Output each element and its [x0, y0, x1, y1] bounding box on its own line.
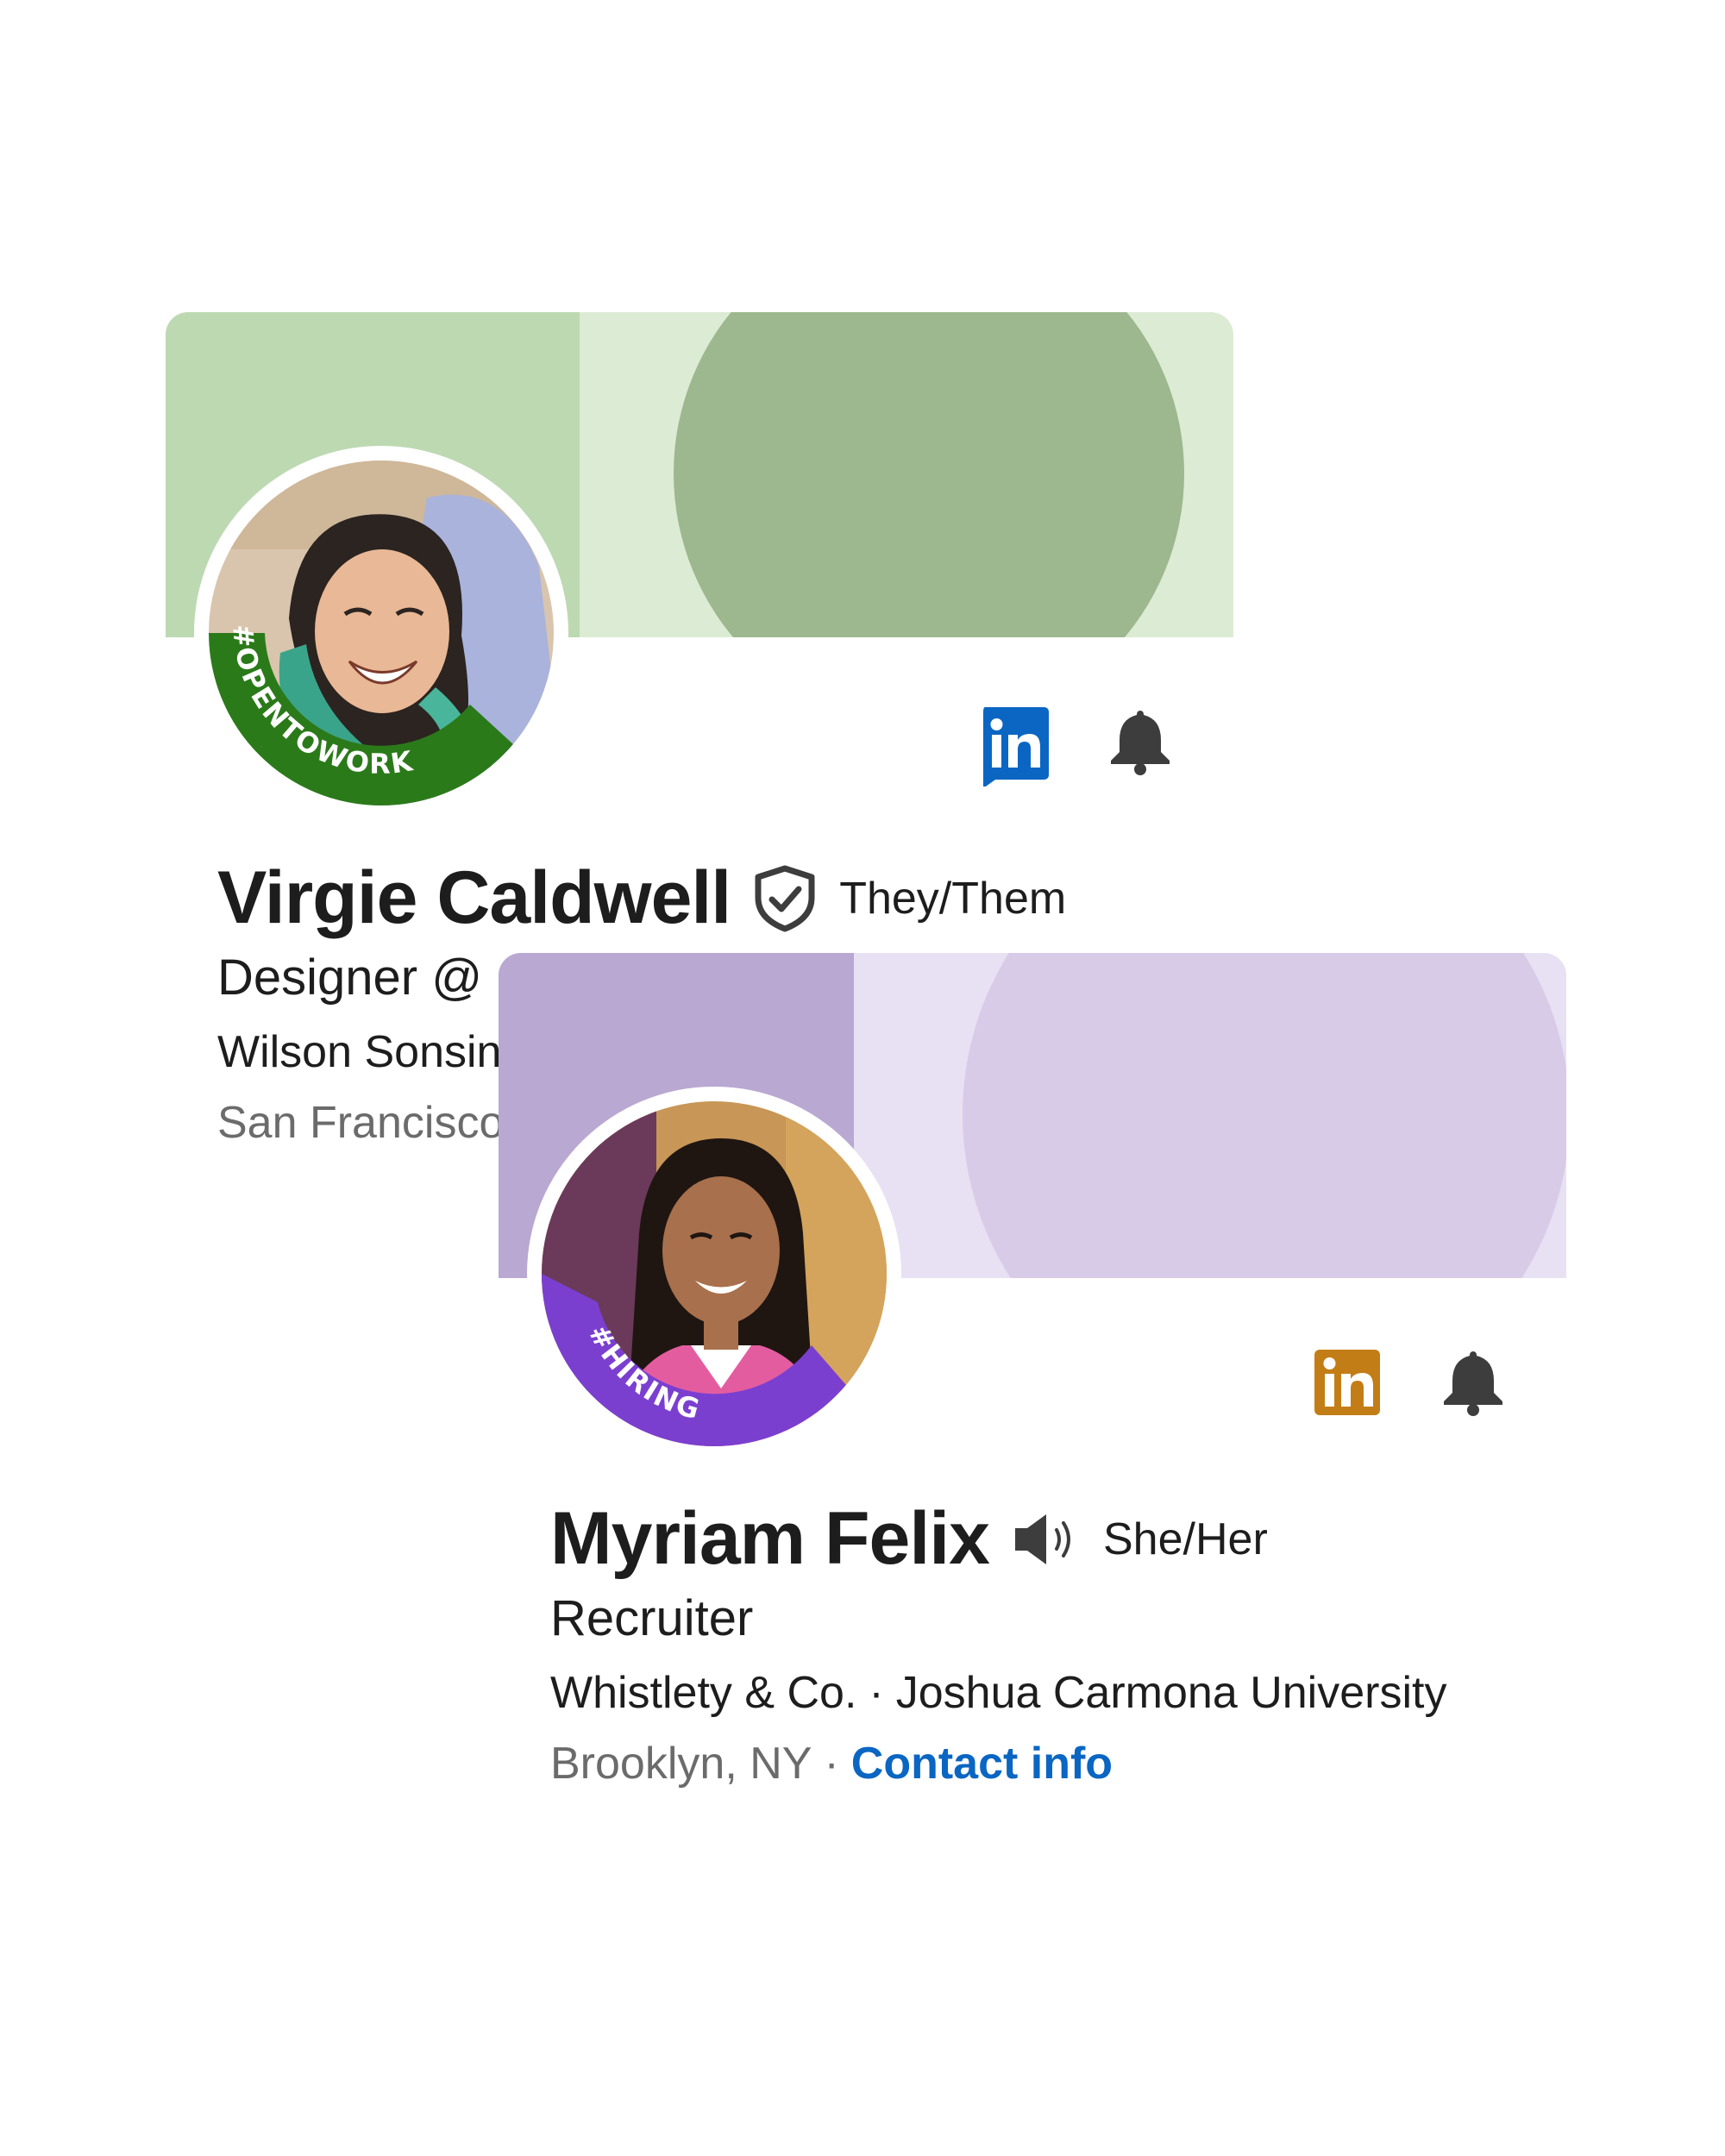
profile-card-myriam: #HIRING Myriam Felix She/Her Recruiter W…	[499, 953, 1566, 1815]
bell-icon[interactable]	[1106, 707, 1175, 776]
avatar[interactable]: #HIRING	[527, 1087, 901, 1461]
profile-headline: Recruiter	[550, 1590, 754, 1646]
location-text: Brooklyn, NY	[550, 1739, 812, 1789]
separator: ·	[824, 1739, 839, 1789]
linkedin-icon[interactable]	[980, 707, 1049, 788]
school-link[interactable]: Joshua Carmona University	[896, 1668, 1447, 1718]
name-row: Virgie Caldwell They/Them	[217, 856, 1066, 941]
bell-icon[interactable]	[1439, 1348, 1508, 1417]
company-link[interactable]: Whistlety & Co.	[550, 1668, 856, 1718]
contact-info-link[interactable]: Contact info	[851, 1739, 1113, 1789]
speaker-icon[interactable]	[1012, 1509, 1081, 1570]
name-row: Myriam Felix She/Her	[550, 1496, 1268, 1582]
pronouns: They/Them	[839, 873, 1067, 924]
location-text: San Francisco	[217, 1098, 505, 1148]
profile-location: Brooklyn, NY · Contact info	[550, 1738, 1113, 1789]
profile-headline: Designer @	[217, 950, 483, 1006]
profile-org[interactable]: Wilson Sonsini	[217, 1026, 511, 1078]
pronouns: She/Her	[1103, 1514, 1268, 1564]
linkedin-icon[interactable]	[1313, 1348, 1382, 1417]
verified-shield-icon[interactable]	[753, 865, 817, 932]
profile-name: Virgie Caldwell	[217, 856, 731, 939]
avatar[interactable]: #OPENTOWORK	[194, 446, 568, 820]
profile-location: San Francisco	[217, 1097, 504, 1149]
profile-name: Myriam Felix	[550, 1497, 990, 1580]
separator: ·	[869, 1668, 884, 1718]
profile-org-row: Whistlety & Co. · Joshua Carmona Universit…	[550, 1667, 1446, 1719]
